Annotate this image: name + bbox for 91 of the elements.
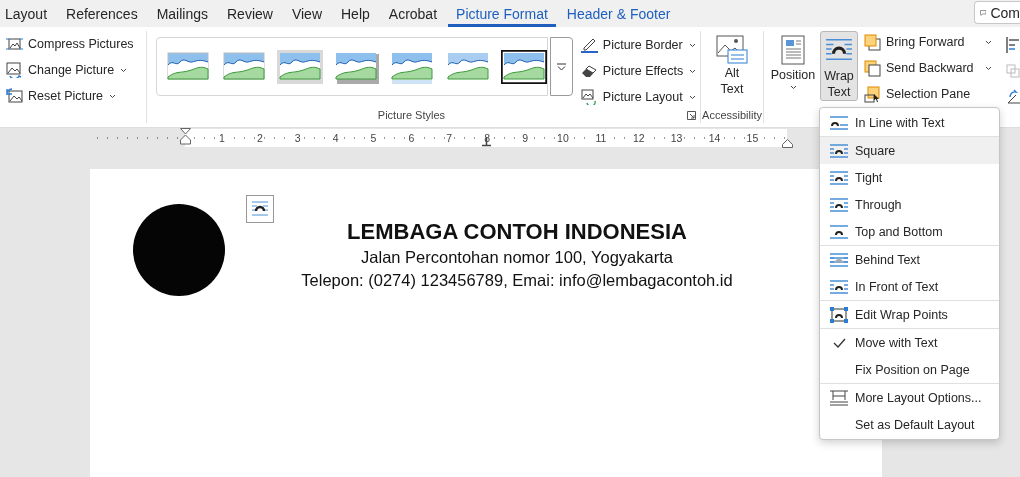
ribbon-tab[interactable]: Help — [333, 0, 378, 27]
ruler-number: 15 — [745, 132, 760, 144]
indent-marker-icon[interactable] — [180, 128, 191, 148]
menu-item[interactable]: In Front of Text — [820, 273, 999, 300]
contact-text: Telepon: (0274) 123456789, Emai: info@lembagacontoh.id — [300, 270, 734, 291]
wrap-text-icon — [824, 38, 854, 62]
ribbon-button[interactable]: Reset Picture — [6, 84, 146, 108]
menu-item[interactable]: In Line with Text — [820, 109, 999, 136]
address-text: Jalan Percontohan nomor 100, Yogyakarta — [360, 247, 674, 268]
ribbon-tab[interactable]: View — [283, 0, 330, 27]
pen-icon — [580, 37, 598, 53]
layout-options-icon[interactable] — [246, 195, 274, 223]
ruler-number: 5 — [369, 132, 378, 144]
ruler-number: 13 — [669, 132, 684, 144]
align-icon[interactable] — [1006, 37, 1020, 53]
ribbon-tab[interactable]: Mailings — [148, 0, 216, 27]
wrap-icon — [830, 197, 848, 212]
comments-button[interactable]: Com — [974, 1, 1020, 24]
menu-item[interactable]: Fix Position on Page — [820, 356, 999, 383]
menu-item[interactable]: Set as Default Layout — [820, 411, 999, 438]
chevron-icon — [689, 68, 697, 74]
ribbon-button[interactable]: Compress Pictures — [6, 32, 146, 56]
menu-item[interactable]: Square — [820, 137, 999, 164]
wrap-icon — [830, 170, 848, 185]
more-icon — [556, 62, 566, 71]
ruler-number: 6 — [407, 132, 416, 144]
checkmark-icon — [832, 337, 846, 348]
ribbon-button[interactable]: Picture Layout — [580, 85, 697, 109]
selection-pane-icon — [864, 85, 881, 103]
ruler-number: 11 — [594, 132, 608, 144]
chevron-icon — [985, 39, 992, 45]
picture-layout-icon — [580, 89, 598, 105]
chevron-icon — [109, 93, 117, 99]
position-icon — [781, 35, 805, 65]
compress-icon — [6, 36, 23, 52]
reset-picture-icon — [6, 88, 23, 104]
wrap-points-icon — [830, 306, 848, 323]
ruler-number: 10 — [556, 132, 570, 144]
ribbon-tab[interactable]: References — [58, 0, 146, 27]
alt-text-icon — [716, 35, 749, 65]
wrap-icon — [830, 143, 848, 158]
picture-style-option[interactable] — [500, 49, 547, 84]
layout-options-icon — [830, 389, 848, 406]
ruler-number: 3 — [293, 132, 302, 144]
alt-text-button[interactable]: Alt Text — [712, 35, 753, 97]
indent-marker-icon[interactable] — [782, 139, 793, 148]
menu-item[interactable]: Edit Wrap Points — [820, 301, 999, 328]
menu-item[interactable]: Behind Text — [820, 246, 999, 273]
ruler-number: 4 — [331, 132, 340, 144]
ruler-number: 14 — [707, 132, 722, 144]
ruler-number: 12 — [631, 132, 646, 144]
ruler-number: 2 — [255, 132, 264, 144]
ribbon-tab[interactable]: Acrobat — [380, 0, 446, 27]
ribbon-button[interactable]: Bring Forward — [864, 30, 992, 54]
change-picture-icon — [6, 62, 23, 78]
chevron-icon — [688, 94, 696, 100]
wrap-icon — [830, 252, 848, 267]
ribbon-button[interactable]: Picture Effects — [580, 59, 697, 83]
menu-item[interactable]: Top and Bottom — [820, 218, 999, 245]
ribbon-tab[interactable]: Layout — [0, 0, 56, 27]
chevron-icon — [789, 85, 797, 90]
menu-item[interactable]: More Layout Options... — [820, 384, 999, 411]
position-button[interactable]: Position — [770, 31, 816, 123]
ribbon-button[interactable]: Picture Border — [580, 33, 697, 57]
ruler-number: 7 — [445, 132, 454, 144]
layers-icon — [864, 33, 881, 51]
chevron-icon — [120, 67, 128, 73]
dialog-launcher-icon[interactable] — [687, 110, 697, 120]
chevron-icon — [688, 42, 696, 48]
group-label: Accessibility — [702, 109, 762, 123]
wrap-icon — [830, 279, 848, 294]
ribbon-button[interactable]: Send Backward — [864, 56, 992, 80]
ribbon-button[interactable]: Selection Pane — [864, 82, 992, 106]
group-label: Picture Styles — [377, 109, 446, 121]
ribbon-button[interactable]: Change Picture — [6, 58, 146, 82]
layers-icon — [864, 59, 881, 77]
chevron-icon — [985, 65, 992, 71]
menu-item[interactable]: Through — [820, 191, 999, 218]
ribbon-tab[interactable]: Review — [219, 0, 281, 27]
ruler-number: 9 — [521, 132, 529, 144]
ruler-number: 1 — [218, 132, 226, 144]
eraser-icon — [580, 63, 598, 79]
menu-item[interactable]: Move with Text — [820, 329, 999, 356]
ribbon-tab[interactable]: Header & Footer — [558, 0, 679, 27]
rotate-icon[interactable] — [1006, 89, 1020, 105]
menu-item[interactable]: Tight — [820, 164, 999, 191]
wrap-icon — [830, 115, 848, 130]
wrap-text-button[interactable]: Wrap Text — [820, 31, 858, 101]
letterhead-title: LEMBAGA CONTOH INDONESIA — [346, 218, 688, 246]
wrap-icon — [830, 224, 848, 239]
ribbon-tab[interactable]: Picture Format — [448, 0, 556, 27]
